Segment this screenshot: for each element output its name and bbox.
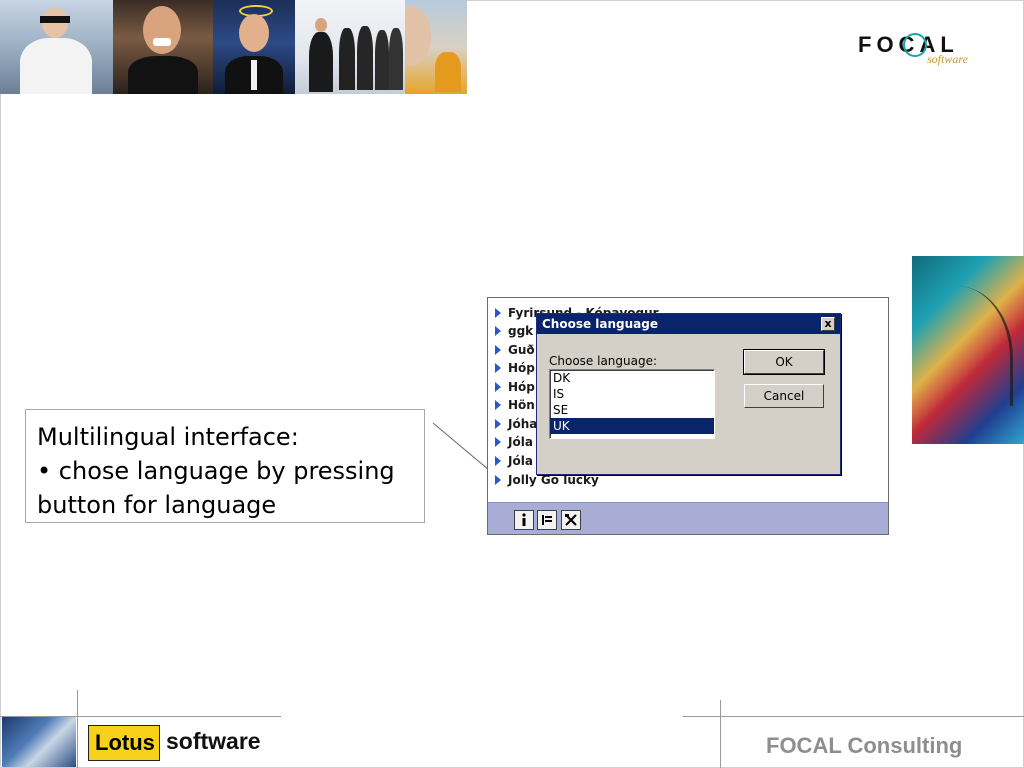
language-option[interactable]: SE	[550, 402, 714, 418]
callout-text: Multilingual interface: • chose language…	[37, 420, 395, 522]
app-toolbar	[488, 502, 888, 534]
list-item[interactable]: Hóp	[495, 380, 535, 398]
list-item[interactable]: Jóha	[495, 417, 537, 435]
footer-divider-vertical-left	[77, 690, 78, 768]
logo-target-icon	[903, 33, 927, 57]
dialog-title: Choose language	[542, 317, 659, 331]
logo-subtitle: software	[927, 52, 968, 66]
footer-divider-vertical-right	[720, 700, 721, 768]
flag-icon[interactable]	[537, 510, 557, 530]
cancel-button[interactable]: Cancel	[744, 384, 824, 408]
list-item[interactable]: Jóla	[495, 435, 533, 453]
photo-woman-profile	[405, 0, 467, 94]
ok-button[interactable]: OK	[743, 349, 825, 375]
close-icon[interactable]: x	[821, 317, 835, 331]
list-item[interactable]: Guð	[495, 343, 535, 361]
side-decorative-photo	[912, 256, 1024, 444]
info-icon[interactable]	[514, 510, 534, 530]
header-photo-strip	[0, 0, 467, 94]
tools-icon[interactable]	[561, 510, 581, 530]
language-option[interactable]: DK	[550, 370, 714, 386]
lotus-logo: Lotus	[88, 725, 160, 761]
callout-line: Multilingual interface:	[37, 423, 299, 451]
callout-box: Multilingual interface: • chose language…	[25, 409, 425, 523]
callout-line: button for language	[37, 491, 277, 519]
list-item[interactable]: Hön	[495, 398, 535, 416]
list-item[interactable]: ggk	[495, 324, 533, 342]
focal-consulting-text: FOCAL Consulting	[766, 733, 963, 758]
language-listbox[interactable]: DK IS SE UK	[549, 369, 715, 439]
language-label: Choose language:	[549, 354, 658, 368]
list-item[interactable]: Jóla	[495, 454, 533, 472]
dialog-title-bar: Choose language x	[537, 314, 840, 334]
language-option-selected[interactable]: UK	[550, 418, 714, 434]
footer-divider-right	[683, 716, 1024, 717]
photo-screaming-man	[113, 0, 213, 94]
language-option[interactable]: IS	[550, 386, 714, 402]
photo-business-group	[295, 0, 405, 94]
photo-devil-angel-man	[213, 0, 295, 94]
callout-line: • chose language by pressing	[37, 457, 395, 485]
photo-blindfolded-person	[0, 0, 113, 94]
footer-thumbnail-photo	[2, 717, 76, 767]
list-item[interactable]: Hóp	[495, 361, 535, 379]
choose-language-dialog: Choose language x Choose language: DK IS…	[536, 313, 841, 475]
list-item[interactable]: Jolly Go lucky	[495, 473, 599, 491]
lotus-software-text: software	[166, 728, 261, 754]
